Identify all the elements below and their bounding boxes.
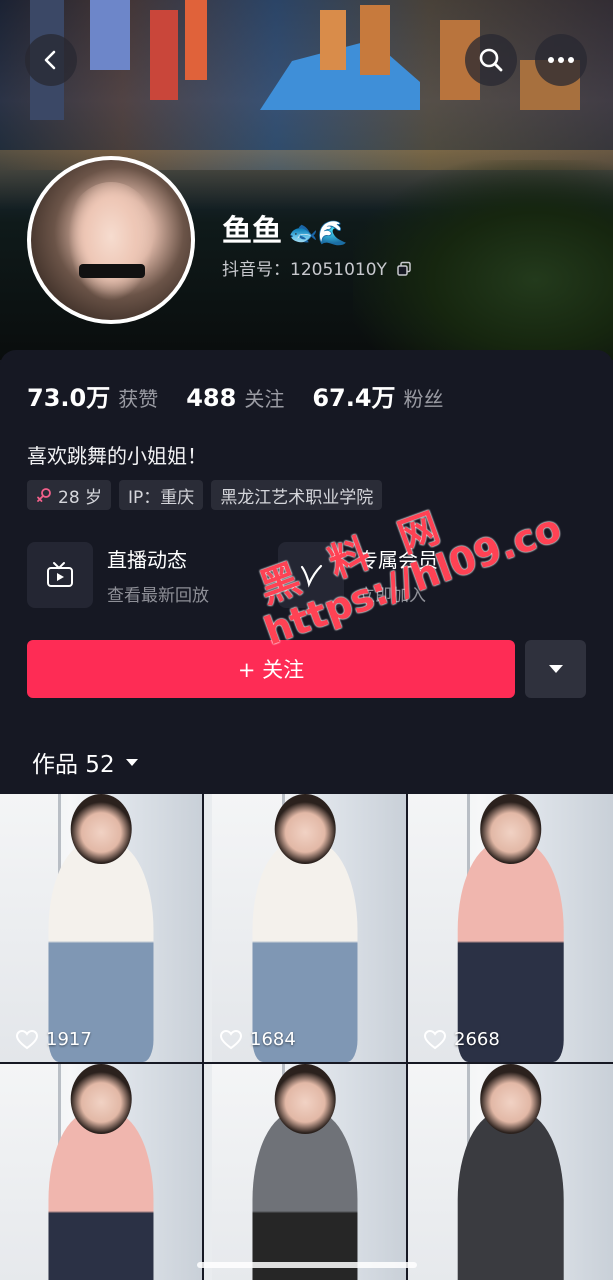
home-indicator[interactable] <box>197 1262 417 1268</box>
ip-tag: IP：重庆 <box>119 480 204 510</box>
live-updates-entry[interactable]: 直播动态 查看最新回放 <box>27 542 209 608</box>
recommend-dropdown-button[interactable] <box>525 640 586 698</box>
search-icon <box>479 48 503 72</box>
like-count: 1917 <box>16 1029 92 1050</box>
video-thumbnail[interactable] <box>204 1064 406 1280</box>
stat-following[interactable]: 488 关注 <box>186 383 284 412</box>
video-thumbnail[interactable]: 2668 <box>408 794 613 1062</box>
douyin-id[interactable]: 抖音号：12051010Y <box>222 255 412 280</box>
membership-entry[interactable]: 专属会员 立即加入 <box>278 542 438 608</box>
copy-icon[interactable] <box>396 261 412 277</box>
profile-name: 鱼鱼 🐟🌊 <box>222 214 348 249</box>
name-emoji: 🐟🌊 <box>288 219 348 247</box>
heart-icon <box>220 1029 242 1049</box>
video-thumbnail[interactable] <box>0 1064 202 1280</box>
follow-button[interactable]: + 关注 <box>27 640 515 698</box>
like-count: 1684 <box>220 1029 296 1050</box>
stat-followers[interactable]: 67.4万 粉丝 <box>312 378 443 413</box>
dancer <box>457 1112 564 1280</box>
back-button[interactable] <box>25 34 77 86</box>
dancer <box>252 1112 358 1280</box>
heart-icon <box>16 1029 38 1049</box>
video-thumbnail[interactable]: 1917 <box>0 794 202 1062</box>
heart-icon <box>424 1029 446 1049</box>
caret-down-icon <box>125 758 138 766</box>
more-options-button[interactable] <box>535 34 587 86</box>
video-thumbnail[interactable] <box>408 1064 613 1280</box>
works-tab[interactable]: 作品 52 <box>32 745 139 779</box>
video-thumbnail[interactable]: 1684 <box>204 794 406 1062</box>
search-button[interactable] <box>465 34 517 86</box>
dancer <box>48 1112 154 1280</box>
stat-likes[interactable]: 73.0万 获赞 <box>27 378 158 413</box>
school-tag[interactable]: 黑龙江艺术职业学院 <box>211 480 383 510</box>
video-grid: 1917 1684 2668 <box>0 794 613 1280</box>
like-count: 2668 <box>424 1029 500 1050</box>
bio: 喜欢跳舞的小姐姐！ <box>27 444 207 468</box>
female-icon <box>37 488 51 502</box>
heart-v-icon <box>300 564 323 588</box>
chevron-left-icon <box>44 50 56 70</box>
stats-row: 73.0万 获赞 488 关注 67.4万 粉丝 <box>27 378 444 413</box>
tv-icon <box>47 562 73 587</box>
age-tag: 28 岁 <box>27 480 112 510</box>
ellipsis-icon <box>548 57 574 63</box>
tag-row: 28 岁 IP：重庆 黑龙江艺术职业学院 <box>27 480 383 510</box>
avatar[interactable] <box>27 156 195 324</box>
caret-down-icon <box>548 665 563 673</box>
